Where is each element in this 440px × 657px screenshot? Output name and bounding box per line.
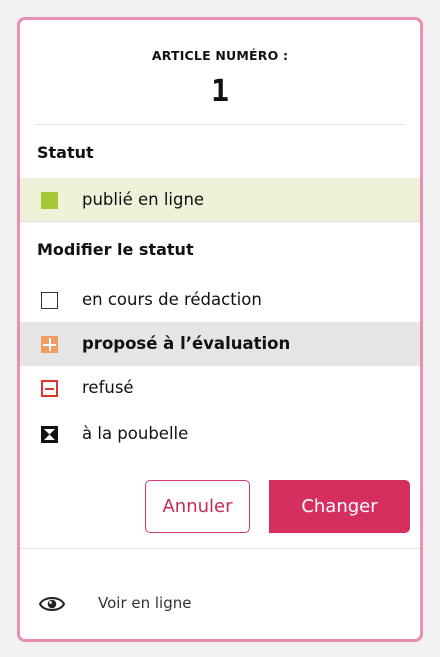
article-number: 1: [210, 74, 230, 109]
article-header: ARTICLE NUMÉRO : 1: [20, 20, 420, 127]
divider: [36, 124, 404, 125]
change-button[interactable]: Changer: [269, 480, 410, 533]
cancel-button[interactable]: Annuler: [145, 480, 250, 533]
modify-status-title: Modifier le statut: [37, 240, 194, 259]
status-option-refuse[interactable]: refusé: [20, 366, 420, 410]
status-option-evaluation[interactable]: proposé à l’évaluation: [20, 322, 420, 366]
divider: [20, 548, 420, 549]
status-title: Statut: [37, 143, 94, 162]
status-option-trash[interactable]: à la poubelle: [20, 412, 420, 456]
article-number-label: ARTICLE NUMÉRO :: [151, 48, 289, 63]
orange-grid-icon: [41, 336, 58, 353]
status-option-redaction[interactable]: en cours de rédaction: [20, 278, 420, 322]
trash-hourglass-icon: [41, 426, 58, 443]
status-option-label: en cours de rédaction: [82, 290, 262, 309]
empty-square-icon: [41, 292, 58, 309]
current-status: publié en ligne: [20, 178, 420, 222]
red-minus-square-icon: [41, 380, 58, 397]
view-online-label: Voir en ligne: [98, 594, 192, 612]
status-option-label: à la poubelle: [82, 424, 189, 443]
eye-icon: [38, 597, 66, 611]
status-option-label: refusé: [82, 378, 134, 397]
status-option-label: proposé à l’évaluation: [82, 334, 291, 353]
green-square-icon: [41, 192, 58, 209]
current-status-label: publié en ligne: [82, 190, 205, 209]
status-panel: ARTICLE NUMÉRO : 1 Statut publié en lign…: [17, 17, 423, 642]
view-online-link[interactable]: Voir en ligne: [38, 590, 258, 620]
